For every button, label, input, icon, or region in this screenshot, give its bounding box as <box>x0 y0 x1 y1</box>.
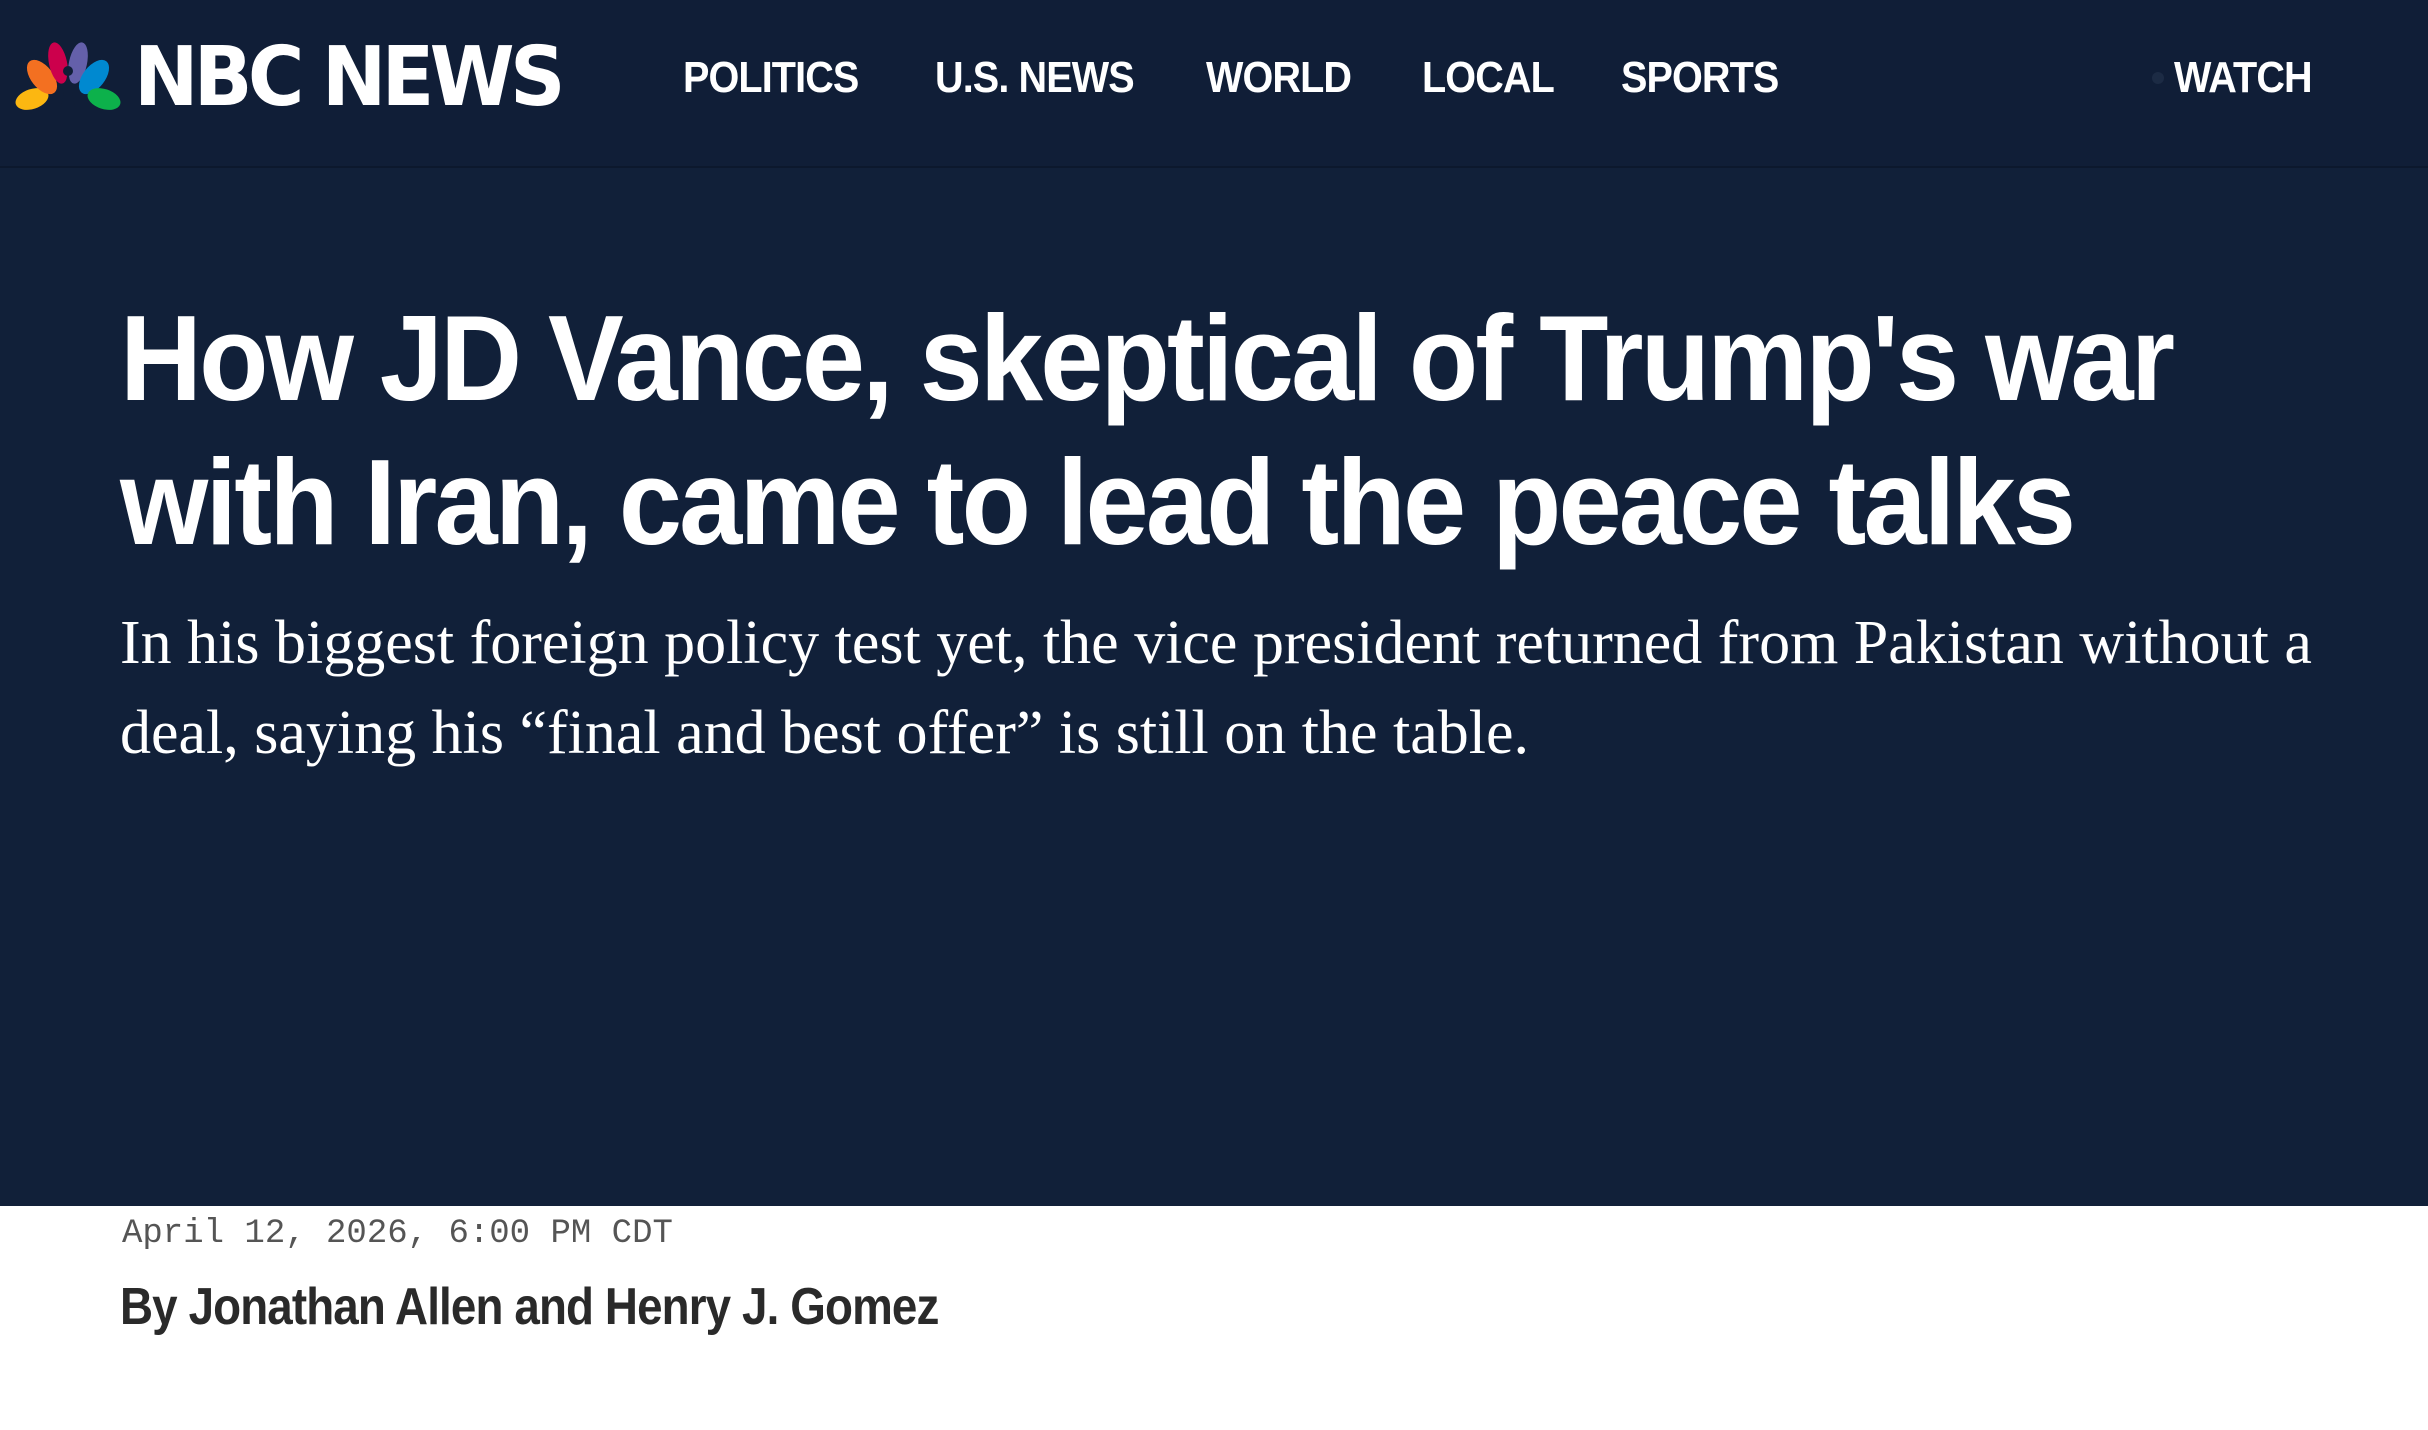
top-navigation-bar: NBC NEWS POLITICS U.S. NEWS WORLD LOCAL … <box>0 0 2428 168</box>
article-headline: How JD Vance, skeptical of Trump's war w… <box>120 290 2175 570</box>
nav-item-politics[interactable]: POLITICS <box>683 50 859 106</box>
article-dek: In his biggest foreign policy test yet, … <box>120 609 2312 767</box>
nav-item-local[interactable]: LOCAL <box>1422 50 1555 106</box>
live-dot-icon <box>2152 72 2164 84</box>
watch-live-button[interactable]: WATCH <box>2152 50 2327 106</box>
nbc-news-logo-link[interactable]: NBC NEWS <box>14 30 588 125</box>
nav-item-sports[interactable]: SPORTS <box>1621 50 1779 106</box>
brand-wordmark: NBC NEWS <box>134 30 565 125</box>
watch-label: WATCH <box>2174 53 2313 102</box>
nav-item-world[interactable]: WORLD <box>1206 50 1352 106</box>
article-hero: How JD Vance, skeptical of Trump's war w… <box>0 168 2428 1206</box>
nbc-peacock-icon <box>15 42 121 113</box>
article-timestamp: April 12, 2026, 6:00 PM CDT <box>122 1215 673 1253</box>
nav-item-us-news[interactable]: U.S. NEWS <box>935 50 1135 106</box>
article-byline: By Jonathan Allen and Henry J. Gomez <box>120 1278 939 1336</box>
article-page: NBC NEWS POLITICS U.S. NEWS WORLD LOCAL … <box>0 0 2428 1430</box>
